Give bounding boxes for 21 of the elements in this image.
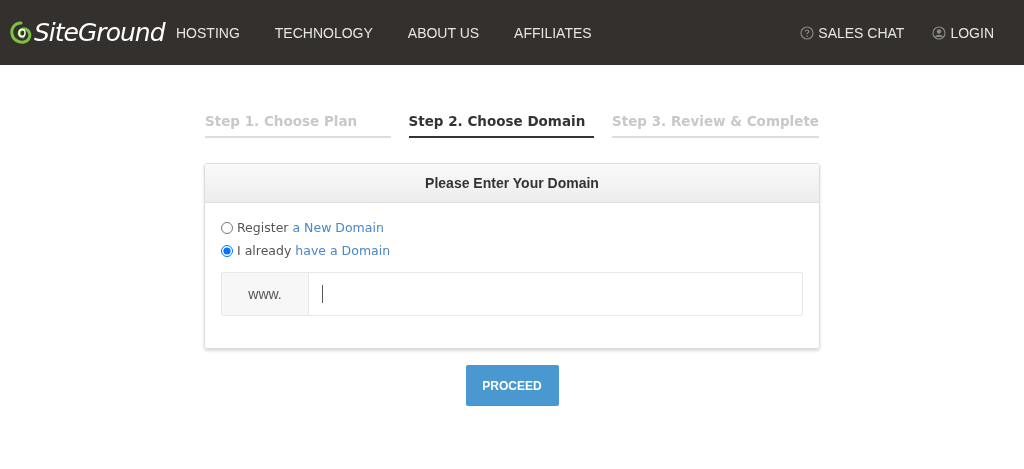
nav-link[interactable]: TECHNOLOGY: [274, 24, 373, 41]
domain-input-field[interactable]: www.: [221, 272, 803, 316]
www-prefix: www.: [222, 273, 309, 315]
logo-text[interactable]: SiteGround: [34, 18, 165, 47]
option-link[interactable]: have a Domain: [295, 243, 391, 258]
option-label: Register a New Domain: [237, 220, 384, 235]
user-icon: [932, 25, 947, 40]
option-label: I already have a Domain: [237, 243, 391, 258]
nav-link[interactable]: HOSTING: [176, 24, 240, 41]
radio-button[interactable]: [221, 221, 233, 234]
help-icon: [800, 25, 815, 40]
nav-link[interactable]: AFFILIATES: [514, 24, 592, 41]
text-cursor: [322, 285, 323, 303]
card-title: Please Enter Your Domain: [205, 164, 819, 203]
nav-link[interactable]: ABOUT US: [407, 24, 480, 41]
radio-button[interactable]: [221, 244, 233, 257]
header-link[interactable]: SALES CHAT: [800, 24, 905, 41]
step-tab[interactable]: Step 2. Choose Domain: [408, 113, 594, 138]
header-link[interactable]: LOGIN: [932, 24, 994, 41]
option-link[interactable]: a New Domain: [292, 220, 384, 235]
swirl-logo-icon: [10, 20, 32, 45]
